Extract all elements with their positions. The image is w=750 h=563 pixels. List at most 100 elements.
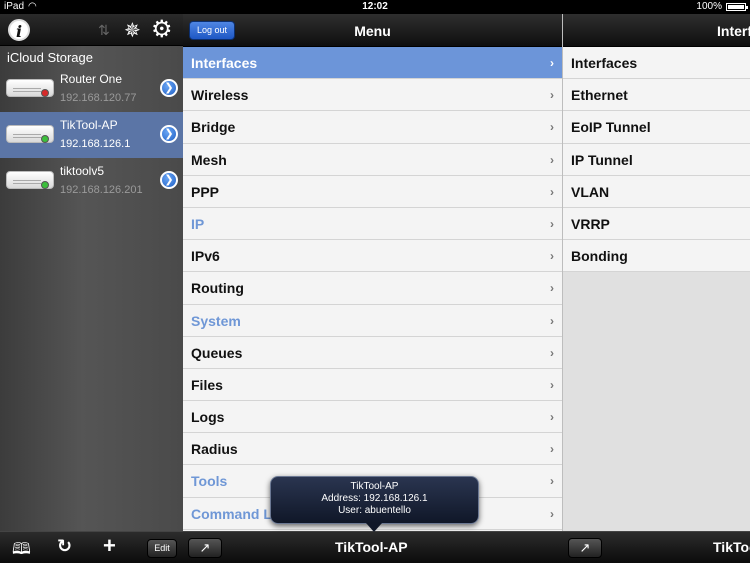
menu-item-label: Files <box>191 376 223 393</box>
chevron-right-icon: › <box>550 88 554 103</box>
battery-icon <box>726 2 748 11</box>
share-button[interactable]: ↗ <box>188 538 222 558</box>
menu-item-label: PPP <box>191 183 220 200</box>
device-name: Router One <box>60 72 123 86</box>
chevron-right-icon: › <box>550 249 554 264</box>
plus-icon[interactable]: + <box>103 533 116 559</box>
device-row[interactable]: Router One 192.168.120.77 ❯ <box>0 66 183 112</box>
submenu-list: Interfaces Ethernet EoIP Tunnel IP Tunnel VL… <box>563 47 750 273</box>
device-row[interactable]: TikTool-AP 192.168.126.1 ❯ <box>0 112 183 158</box>
brightness-icon[interactable]: ✵ <box>124 18 141 43</box>
chevron-right-icon: › <box>550 410 554 425</box>
popover-user: User: abuentello <box>338 505 411 516</box>
menu-item[interactable]: PPP › <box>183 175 562 208</box>
submenu-item[interactable]: VRRP <box>563 208 750 241</box>
chevron-right-icon: › <box>550 152 554 167</box>
chevron-right-icon: › <box>550 216 554 231</box>
device-info-popover: TikTool-AP Address: 192.168.126.1 User: … <box>270 476 479 532</box>
book-icon[interactable]: 🕮 <box>12 538 31 563</box>
menu-item[interactable]: Interfaces › <box>183 47 562 80</box>
chevron-right-icon: › <box>550 345 554 360</box>
bottom-toolbar: 🕮 ↻ + Edit ↗ TikTool-AP ↗ TikTool-AP <box>0 531 750 563</box>
device-name: TikTool-AP <box>60 118 118 132</box>
gear-icon[interactable]: ⚙ <box>151 15 173 44</box>
info-icon[interactable]: i <box>8 19 30 41</box>
submenu-item[interactable]: EoIP Tunnel <box>563 111 750 144</box>
menu-item-label: Tools <box>191 473 228 490</box>
status-led-icon <box>41 89 49 97</box>
menu-item-label: Radius <box>191 441 238 458</box>
chevron-right-icon: › <box>550 120 554 135</box>
disclosure-arrow-icon[interactable]: ❯ <box>160 125 178 143</box>
menu-item[interactable]: Radius › <box>183 433 562 466</box>
menu-item-label: Mesh <box>191 151 227 168</box>
menu-item-label: Bridge <box>191 119 236 136</box>
battery-percent: 100% <box>696 1 722 12</box>
menu-item-label: IP <box>191 215 205 232</box>
chevron-right-icon: › <box>550 313 554 328</box>
device-name: tiktoolv5 <box>60 164 105 178</box>
menu-item[interactable]: IPv6 › <box>183 240 562 273</box>
sidebar-toolbar: i ⇅ ✵ ⚙ <box>0 14 183 46</box>
submenu-title: Interfaces <box>717 23 750 39</box>
submenu-column: Interfaces InterfacesEthernetEoIP Tunnel… <box>562 14 750 531</box>
menu-item[interactable]: Queues › <box>183 336 562 369</box>
disclosure-arrow-icon[interactable]: ❯ <box>160 79 178 97</box>
status-bar: iPad ◠ 12:02 100% <box>0 0 750 14</box>
submenu-item[interactable]: Ethernet <box>563 79 750 112</box>
menu-item-label: Wireless <box>191 87 249 104</box>
chevron-right-icon: › <box>550 506 554 521</box>
edit-button[interactable]: Edit <box>147 539 177 558</box>
menu-item-label: IPv6 <box>191 248 220 265</box>
share-icon: ↗ <box>199 540 211 555</box>
router-icon <box>6 171 54 189</box>
menu-item[interactable]: Routing › <box>183 272 562 305</box>
menu-item[interactable]: Logs › <box>183 401 562 434</box>
submenu-item[interactable]: IP Tunnel <box>563 144 750 176</box>
menu-item[interactable]: Bridge › <box>183 111 562 144</box>
menu-item-label: Routing <box>191 280 244 297</box>
submenu-item[interactable]: Bonding <box>563 240 750 273</box>
refresh-icon[interactable]: ↻ <box>57 536 72 557</box>
device-sidebar: i ⇅ ✵ ⚙ iCloud Storage Router One 192.168… <box>0 14 183 531</box>
chevron-right-icon: › <box>550 442 554 457</box>
menu-item-label: System <box>191 312 241 329</box>
menu-item[interactable]: Mesh › <box>183 143 562 176</box>
menu-item[interactable]: System › <box>183 304 562 337</box>
chevron-right-icon: › <box>550 474 554 489</box>
toolbar-title: TikTool-AP <box>335 539 408 555</box>
device-ip: 192.168.120.77 <box>60 92 137 104</box>
clock: 12:02 <box>362 1 388 12</box>
chevron-right-icon: › <box>550 56 554 70</box>
submenu-navbar: Interfaces <box>563 14 750 47</box>
toolbar-title-right: TikTool-AP <box>713 539 750 555</box>
status-led-icon <box>41 135 49 143</box>
menu-title: Menu <box>354 23 391 39</box>
menu-item-label: Interfaces <box>191 55 258 71</box>
device-ip: 192.168.126.201 <box>60 184 143 196</box>
sort-arrows-icon[interactable]: ⇅ <box>98 22 110 39</box>
share-button-right[interactable]: ↗ <box>568 538 602 558</box>
menu-item-label: Queues <box>191 344 243 361</box>
router-icon <box>6 125 54 143</box>
device-row[interactable]: tiktoolv5 192.168.126.201 ❯ <box>0 158 183 204</box>
menu-item[interactable]: IP › <box>183 207 562 241</box>
menu-navbar: Log out Menu <box>183 14 562 47</box>
disclosure-arrow-icon[interactable]: ❯ <box>160 171 178 189</box>
menu-column: Log out Menu Interfaces › Wireless › Bridge ›… <box>183 14 562 531</box>
storage-label: iCloud Storage <box>7 50 93 65</box>
chevron-right-icon: › <box>550 184 554 199</box>
submenu-item[interactable]: VLAN <box>563 176 750 208</box>
menu-item[interactable]: Wireless › <box>183 79 562 112</box>
popover-device-name: TikTool-AP <box>350 481 399 492</box>
chevron-right-icon: › <box>550 281 554 296</box>
popover-address: Address: 192.168.126.1 <box>321 493 428 504</box>
status-led-icon <box>41 181 49 189</box>
menu-item-label: Logs <box>191 409 225 426</box>
menu-item[interactable]: Files › <box>183 368 562 402</box>
device-list: Router One 192.168.120.77 ❯ TikTool-AP 192.1… <box>0 66 183 204</box>
device-ip: 192.168.126.1 <box>60 138 131 150</box>
share-icon: ↗ <box>579 540 591 555</box>
submenu-item[interactable]: Interfaces <box>563 47 750 80</box>
chevron-right-icon: › <box>550 377 554 392</box>
